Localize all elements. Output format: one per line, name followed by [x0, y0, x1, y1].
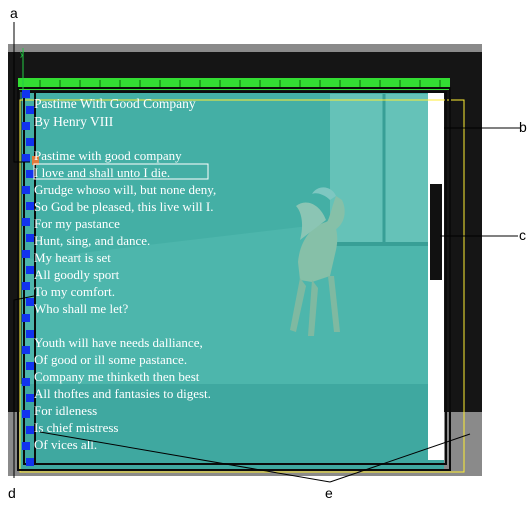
- line-marker: [26, 202, 34, 210]
- line-marker: [26, 362, 34, 370]
- line-marker: [22, 218, 30, 226]
- line-marker: [22, 442, 30, 450]
- poem-line: Grudge whoso will, but none deny,: [34, 182, 216, 197]
- line-marker: [26, 458, 34, 466]
- line-marker: [26, 298, 34, 306]
- poem-line: Pastime with good company: [34, 148, 182, 163]
- scrollbar-thumb[interactable]: [430, 184, 442, 280]
- poem-byline: By Henry VIII: [34, 114, 114, 129]
- callout-a: a: [10, 5, 18, 21]
- line-marker: [22, 90, 30, 98]
- ruler-ticks: [39, 80, 441, 88]
- poem-line: To my comfort.: [34, 284, 115, 299]
- poem-title: Pastime With Good Company: [34, 96, 196, 111]
- callout-b: b: [519, 119, 527, 135]
- callout-e: e: [325, 485, 333, 501]
- line-marker: [22, 122, 30, 130]
- poem-line: Company me thinketh then best: [34, 369, 200, 384]
- line-marker: [22, 154, 30, 162]
- line-marker: [22, 250, 30, 258]
- line-marker: [26, 266, 34, 274]
- callout-d: d: [8, 485, 16, 501]
- poem-line: All thoftes and fantasies to digest.: [34, 386, 211, 401]
- text-frame-diagram: y Pastime With Good Company By Henry VII…: [8, 5, 527, 501]
- guide-marker-y: y: [20, 49, 24, 58]
- line-marker: [26, 234, 34, 242]
- line-marker: [26, 106, 34, 114]
- line-marker: [22, 282, 30, 290]
- line-marker: [26, 170, 34, 178]
- poem-line: So God be pleased, this live will I.: [34, 199, 213, 214]
- line-marker: [22, 378, 30, 386]
- line-marker: [22, 346, 30, 354]
- line-marker: [22, 186, 30, 194]
- poem-line: For my pastance: [34, 216, 120, 231]
- line-marker: [26, 394, 34, 402]
- line-marker: [22, 314, 30, 322]
- line-marker: [26, 138, 34, 146]
- poem-line: My heart is set: [34, 250, 111, 265]
- line-marker: [26, 330, 34, 338]
- poem-line: Hunt, sing, and dance.: [34, 233, 150, 248]
- poem-line: Of vices all.: [34, 437, 97, 452]
- line-marker: [22, 410, 30, 418]
- poem-line: All goodly sport: [34, 267, 120, 282]
- poem-line: Who shall me let?: [34, 301, 128, 316]
- poem-line: For idleness: [34, 403, 97, 418]
- line-marker: [26, 426, 34, 434]
- poem-line: Youth will have needs dalliance,: [34, 335, 203, 350]
- poem-line: Of good or ill some pastance.: [34, 352, 187, 367]
- callout-c: c: [519, 227, 526, 243]
- poem-line: I love and shall unto I die.: [34, 165, 170, 180]
